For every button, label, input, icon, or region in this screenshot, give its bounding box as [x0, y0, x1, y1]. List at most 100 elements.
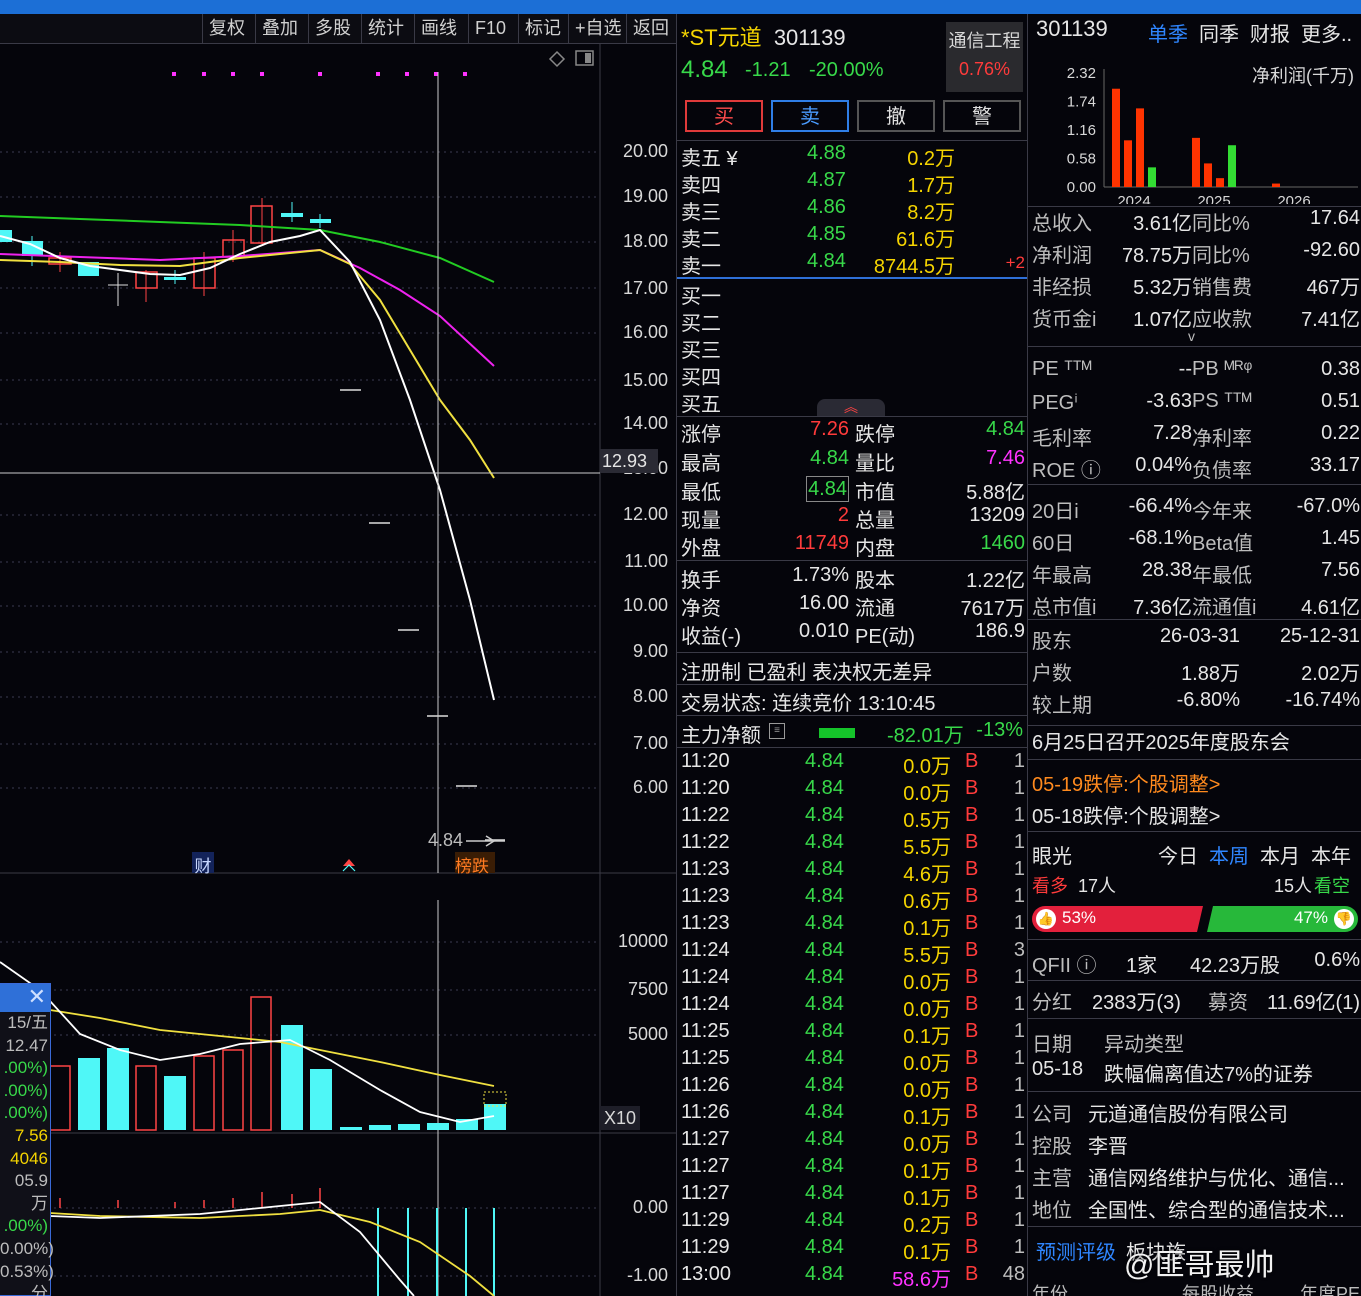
fin-bar — [1148, 167, 1156, 187]
ask-row[interactable]: 卖二 4.85 61.6万 — [677, 223, 1027, 251]
tick-volume: 0.2万 — [903, 1215, 951, 1237]
tick-row[interactable]: 11:24 4.84 5.5万 B 3 — [677, 939, 1027, 967]
tab-same-quarter[interactable]: 同季 — [1199, 18, 1239, 47]
stat-value: 4.84 — [810, 447, 849, 469]
tab-more[interactable]: 更多.. — [1301, 18, 1352, 47]
profit-bar-chart[interactable]: 2.32 1.74 1.16 0.58 0.00 净利润(千万) 2024 2025 2026 — [1028, 48, 1361, 204]
list-icon[interactable]: ≡ — [769, 723, 785, 739]
expand-chevron-icon[interactable]: v — [1188, 328, 1195, 344]
bull-bar[interactable]: 👍 53% — [1032, 906, 1203, 932]
fin-rows-row: 总收入 3.61亿 同比% 17.64 — [1032, 207, 1360, 237]
perf-rows-row: 总市值i 7.36亿 流通值i 4.61亿 — [1032, 591, 1360, 621]
tick-direction: B — [965, 1263, 979, 1285]
tick-row[interactable]: 11:23 4.84 0.1万 B 1 — [677, 912, 1027, 940]
bid-row[interactable]: 买一 — [677, 280, 1027, 308]
diamond-icon[interactable] — [548, 50, 566, 68]
news-item[interactable]: 6月25日召开2025年度股东会 — [1032, 726, 1360, 756]
company-row[interactable]: 控股 李晋 — [1032, 1130, 1360, 1160]
tick-row[interactable]: 11:26 4.84 0.1万 B 1 — [677, 1101, 1027, 1129]
bid-row[interactable]: 买二 — [677, 307, 1027, 335]
tick-row[interactable]: 11:20 4.84 0.0万 B 1 — [677, 750, 1027, 778]
tab-month[interactable]: 本月 — [1260, 840, 1300, 869]
fin-code: 301139 — [1036, 16, 1108, 41]
tick-row[interactable]: 11:27 4.84 0.1万 B 1 — [677, 1182, 1027, 1210]
metric-label: ROE ⓘ — [1032, 460, 1101, 482]
buy-button[interactable]: 买 — [685, 100, 763, 132]
bid-row[interactable]: 买三 — [677, 334, 1027, 362]
tick-row[interactable]: 11:25 4.84 0.0万 B 1 — [677, 1047, 1027, 1075]
tick-row[interactable]: 11:22 4.84 0.5万 B 1 — [677, 804, 1027, 832]
tick-count: 48 — [1002, 1263, 1025, 1285]
anomaly-row[interactable]: 05-18 跌幅偏离值达7%的证券 — [1032, 1058, 1360, 1088]
bid-row[interactable]: 买四 — [677, 361, 1027, 389]
kline-chart[interactable] — [0, 0, 676, 1296]
tick-row[interactable]: 11:24 4.84 0.0万 B 1 — [677, 993, 1027, 1021]
stat-label: 换手 — [681, 570, 721, 592]
tick-price: 4.84 — [805, 1236, 844, 1258]
cancel-order-button[interactable]: 撤 — [857, 100, 935, 132]
tab-year[interactable]: 本年 — [1311, 840, 1351, 869]
divider — [677, 416, 1027, 417]
ask-row[interactable]: 卖四 4.87 1.7万 — [677, 169, 1027, 197]
bear-pct: 47% — [1293, 908, 1328, 927]
finance-marker[interactable]: 财 — [192, 852, 214, 876]
tick-row[interactable]: 11:25 4.84 0.1万 B 1 — [677, 1020, 1027, 1048]
tick-row[interactable]: 11:26 4.84 0.0万 B 1 — [677, 1074, 1027, 1102]
tab-forecast-rating[interactable]: 预测评级 — [1036, 1236, 1116, 1265]
tick-row[interactable]: 11:20 4.84 0.0万 B 1 — [677, 777, 1027, 805]
macd-dea — [0, 1209, 495, 1296]
ask-label: 卖一 — [681, 256, 721, 278]
metric-label: 总收入 — [1032, 213, 1092, 235]
bear-bar[interactable]: 47% 👎 — [1207, 906, 1358, 932]
tooltip-line: 0.53%) — [0, 1261, 54, 1281]
tick-row[interactable]: 11:24 4.84 0.0万 B 1 — [677, 966, 1027, 994]
tick-volume: 4.6万 — [903, 864, 951, 886]
rank-down-marker[interactable]: 榜跌 — [455, 852, 495, 876]
news-item[interactable]: 05-19跌停:个股调整> — [1032, 768, 1360, 798]
tick-time: 11:22 — [681, 831, 730, 853]
company-row[interactable]: 地位 全国性、综合型的通信技术... — [1032, 1194, 1360, 1224]
tick-volume: 0.1万 — [903, 918, 951, 940]
tab-week[interactable]: 本周 — [1209, 840, 1249, 869]
ask-row[interactable]: 卖一 4.84 8744.5万 +2 — [677, 250, 1027, 278]
tick-row[interactable]: 11:27 4.84 0.1万 B 1 — [677, 1155, 1027, 1183]
ask-label: 卖三 — [681, 202, 721, 224]
news-item[interactable]: 05-18跌停:个股调整> — [1032, 800, 1360, 830]
collapse-chevron-icon[interactable]: ︽ — [817, 399, 885, 416]
tick-row[interactable]: 11:29 4.84 0.2万 B 1 — [677, 1209, 1027, 1237]
company-label: 地位 — [1032, 1200, 1072, 1222]
ask-row[interactable]: 卖五 ¥ 4.88 0.2万 — [677, 142, 1027, 170]
tick-time: 11:22 — [681, 804, 730, 826]
tab-report[interactable]: 财报 — [1250, 18, 1290, 47]
sell-button[interactable]: 卖 — [771, 100, 849, 132]
ask-row[interactable]: 卖三 4.86 8.2万 — [677, 196, 1027, 224]
ask-volume: 61.6万 — [896, 229, 955, 251]
alert-button[interactable]: 警 — [943, 100, 1021, 132]
tick-volume: 0.0万 — [903, 972, 951, 994]
main-net-row[interactable]: 主力净额 ≡ -82.01万 -13% — [677, 719, 1027, 747]
tick-row[interactable]: 11:23 4.84 0.6万 B 1 — [677, 885, 1027, 913]
metric-value: 0.51 — [1321, 390, 1360, 412]
company-row[interactable]: 公司 元道通信股份有限公司 — [1032, 1098, 1360, 1128]
tab-single-quarter[interactable]: 单季 — [1148, 18, 1188, 47]
tick-row[interactable]: 13:00 4.84 58.6万 B 48 — [677, 1263, 1027, 1291]
industry-name: 通信工程 — [948, 31, 1021, 51]
tick-volume: 0.1万 — [903, 1242, 951, 1264]
tick-row[interactable]: 11:29 4.84 0.1万 B 1 — [677, 1236, 1027, 1264]
anomaly-date: 05-18 — [1032, 1058, 1084, 1080]
industry-box[interactable]: 通信工程 0.76% — [946, 22, 1023, 92]
tab-today[interactable]: 今日 — [1158, 840, 1198, 869]
tick-row[interactable]: 11:27 4.84 0.0万 B 1 — [677, 1128, 1027, 1156]
tick-row[interactable]: 11:23 4.84 4.6万 B 1 — [677, 858, 1027, 886]
stat-row: 外盘 11749 内盘 1460 — [677, 532, 1027, 560]
tick-row[interactable]: 11:22 4.84 5.5万 B 1 — [677, 831, 1027, 859]
fin-rows-row: 货币金i 1.07亿 应收款 7.41亿 — [1032, 303, 1360, 333]
close-icon[interactable]: ✕ — [28, 984, 46, 1010]
metric-value: 78.75万 — [1121, 245, 1192, 267]
volume-scale-label[interactable]: X10 — [600, 1106, 640, 1130]
tick-price: 4.84 — [805, 1020, 844, 1042]
stat-value: 1.73% — [792, 564, 849, 586]
holder-value: 2.02万 — [1301, 663, 1360, 685]
stock-header: *ST元道 301139 — [681, 20, 846, 52]
company-row[interactable]: 主营 通信网络维护与优化、通信... — [1032, 1162, 1360, 1192]
